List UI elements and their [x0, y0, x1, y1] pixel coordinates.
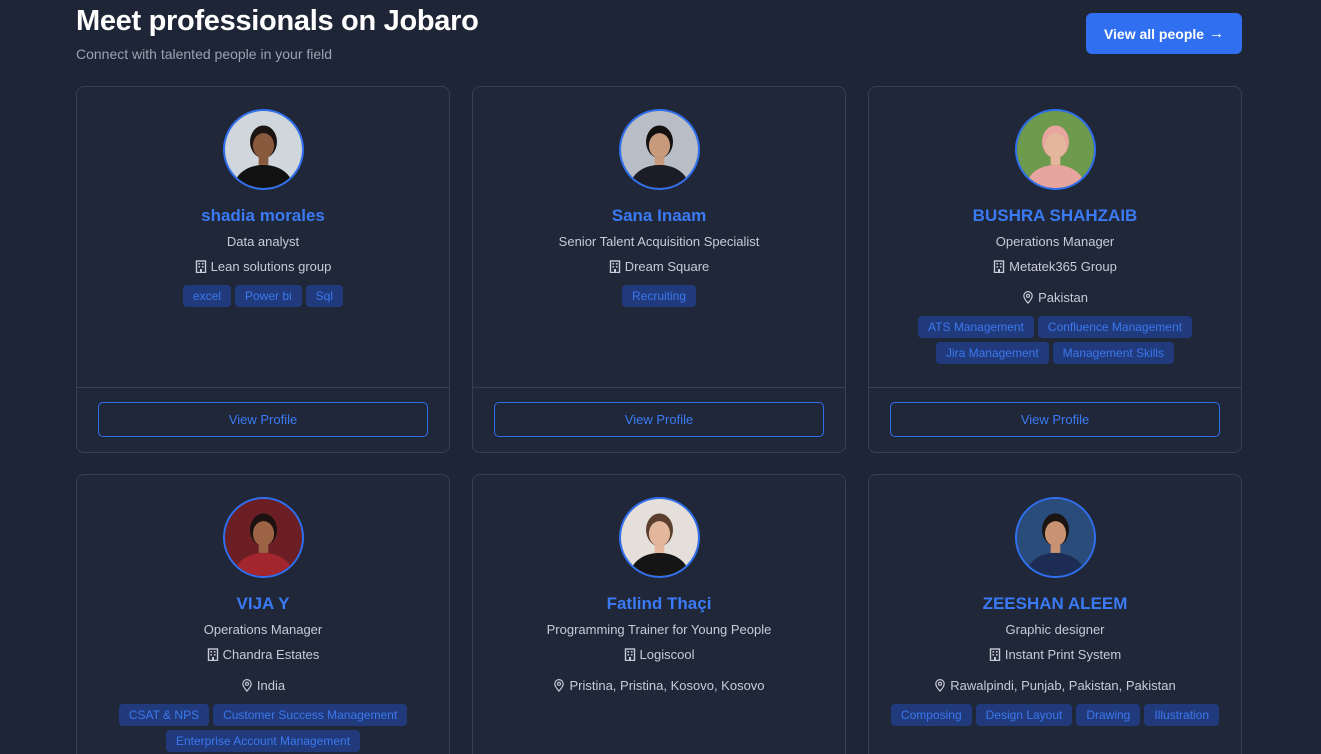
view-profile-button[interactable]: View Profile — [890, 402, 1220, 437]
profile-name[interactable]: ZEESHAN ALEEM — [869, 594, 1241, 614]
skill-tag: CSAT & NPS — [118, 704, 210, 726]
skill-tag: Enterprise Account Management — [165, 730, 361, 752]
profile-card: ZEESHAN ALEEM Graphic designer Instant P… — [868, 474, 1242, 754]
skill-tag: Confluence Management — [1037, 316, 1192, 338]
profile-role: Graphic designer — [1005, 622, 1105, 637]
avatar[interactable] — [223, 497, 304, 578]
skill-tag: Design Layout — [975, 704, 1073, 726]
profile-location: Rawalpindi, Punjab, Pakistan, Pakistan — [869, 678, 1241, 693]
profile-card: VIJA Y Operations Manager Chandra Estate… — [76, 474, 450, 754]
avatar-image — [225, 111, 302, 188]
profile-company: Lean solutions group — [77, 259, 449, 274]
skill-tags: excel Power bi Sql — [97, 285, 429, 307]
profile-card: BUSHRA SHAHZAIB Operations Manager Metat… — [868, 86, 1242, 453]
card-divider — [473, 387, 845, 388]
profile-name[interactable]: VIJA Y — [77, 594, 449, 614]
skill-tag: Composing — [890, 704, 972, 726]
company-name: Chandra Estates — [222, 647, 320, 662]
skill-tag: Illustration — [1144, 704, 1220, 726]
building-icon — [989, 648, 1001, 661]
avatar[interactable] — [223, 109, 304, 190]
profile-location: India — [77, 678, 449, 693]
company-name: Dream Square — [624, 259, 710, 274]
company-name: Logiscool — [639, 647, 695, 662]
view-all-people-button[interactable]: View all people → — [1086, 13, 1242, 54]
profile-role: Operations Manager — [995, 234, 1115, 249]
skill-tags: Composing Design Layout Drawing Illustratio… — [889, 704, 1221, 726]
building-icon — [195, 260, 206, 273]
page-subtitle: Connect with talented people in your fie… — [76, 46, 333, 62]
skill-tag: Jira Management — [935, 342, 1049, 364]
avatar-image — [1017, 111, 1094, 188]
profile-company: Chandra Estates — [77, 647, 449, 662]
profile-card-body: ZEESHAN ALEEM Graphic designer Instant P… — [869, 475, 1241, 754]
skill-tag: Management Skills — [1052, 342, 1175, 364]
company-name: Lean solutions group — [210, 259, 332, 274]
profile-company: Dream Square — [473, 259, 845, 274]
avatar-image — [225, 499, 302, 576]
profile-card-body: BUSHRA SHAHZAIB Operations Manager Metat… — [869, 87, 1241, 388]
skill-tag: ATS Management — [918, 316, 1034, 338]
skill-tag: Customer Success Management — [213, 704, 408, 726]
building-icon — [624, 648, 635, 661]
skill-tag: excel — [182, 285, 231, 307]
map-pin-icon — [1023, 291, 1033, 304]
skill-tags: Recruiting — [493, 285, 825, 307]
profile-role: Data analyst — [226, 234, 300, 249]
company-name: Instant Print System — [1004, 647, 1122, 662]
profile-role: Operations Manager — [203, 622, 323, 637]
avatar[interactable] — [1015, 109, 1096, 190]
skill-tag: Recruiting — [621, 285, 697, 307]
location-text: Pristina, Pristina, Kosovo, Kosovo — [569, 678, 765, 693]
skill-tag: Drawing — [1076, 704, 1141, 726]
profile-role: Programming Trainer for Young People — [546, 622, 772, 637]
avatar-image — [1017, 499, 1094, 576]
skill-tag: Sql — [305, 285, 344, 307]
avatar[interactable] — [619, 497, 700, 578]
profile-card-body: shadia morales Data analyst Lean solutio… — [77, 87, 449, 388]
map-pin-icon — [554, 679, 565, 692]
location-text: Pakistan — [1038, 290, 1088, 305]
profile-card-body: Sana Inaam Senior Talent Acquisition Spe… — [473, 87, 845, 388]
profile-name[interactable]: Fatlind Thaçi — [473, 594, 845, 614]
profile-card: Sana Inaam Senior Talent Acquisition Spe… — [472, 86, 846, 453]
avatar[interactable] — [619, 109, 700, 190]
company-name: Metatek365 Group — [1009, 259, 1117, 274]
profile-card-body: VIJA Y Operations Manager Chandra Estate… — [77, 475, 449, 754]
view-profile-button[interactable]: View Profile — [494, 402, 824, 437]
profile-company: Metatek365 Group — [869, 259, 1241, 274]
building-icon — [609, 260, 620, 273]
profile-name[interactable]: BUSHRA SHAHZAIB — [869, 206, 1241, 226]
profile-location: Pakistan — [869, 290, 1241, 305]
profile-role: Senior Talent Acquisition Specialist — [558, 234, 760, 249]
skill-tag: Power bi — [234, 285, 302, 307]
profile-name[interactable]: shadia morales — [77, 206, 449, 226]
skill-tags: CSAT & NPS Customer Success Management Ent… — [97, 704, 429, 752]
map-pin-icon — [242, 679, 252, 692]
card-divider — [869, 387, 1241, 388]
location-text: India — [256, 678, 286, 693]
building-icon — [207, 648, 218, 661]
view-profile-button[interactable]: View Profile — [98, 402, 428, 437]
section-header: Meet professionals on Jobaro Connect wit… — [76, 4, 1242, 64]
profile-card: shadia morales Data analyst Lean solutio… — [76, 86, 450, 453]
page-title: Meet professionals on Jobaro — [76, 5, 479, 37]
map-pin-icon — [935, 679, 946, 692]
view-all-label: View all people — [1103, 25, 1205, 42]
card-divider — [77, 387, 449, 388]
skill-tags: ATS Management Confluence Management Jira … — [889, 316, 1221, 364]
profile-card: Fatlind Thaçi Programming Trainer for Yo… — [472, 474, 846, 754]
profile-name[interactable]: Sana Inaam — [473, 206, 845, 226]
avatar-image — [621, 499, 698, 576]
building-icon — [993, 260, 1005, 273]
location-text: Rawalpindi, Punjab, Pakistan, Pakistan — [950, 678, 1176, 693]
profile-location: Pristina, Pristina, Kosovo, Kosovo — [473, 678, 845, 693]
profile-company: Logiscool — [473, 647, 845, 662]
profile-company: Instant Print System — [869, 647, 1241, 662]
avatar[interactable] — [1015, 497, 1096, 578]
profile-card-body: Fatlind Thaçi Programming Trainer for Yo… — [473, 475, 845, 754]
avatar-image — [621, 111, 698, 188]
arrow-right-icon: → — [1209, 25, 1225, 42]
